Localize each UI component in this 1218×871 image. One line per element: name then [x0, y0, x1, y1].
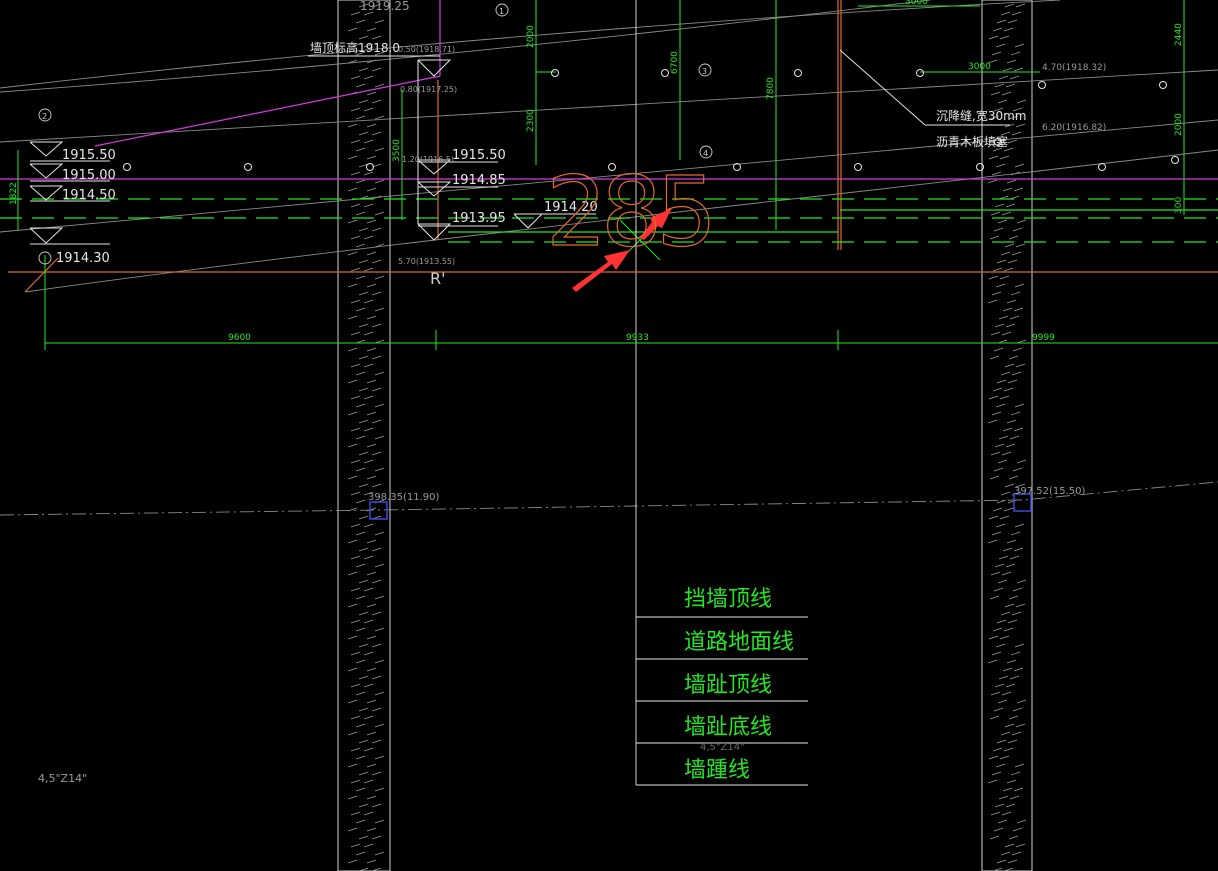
circle-index-3: 3 [702, 67, 707, 76]
dim-h-9600: 9600 [228, 333, 251, 343]
dim-v-1822: 1822 [9, 182, 19, 205]
dim-v-2000-a: 2000 [526, 25, 536, 48]
legend-road-ground-line: 道路地面线 [684, 630, 794, 655]
elev-left-2: 1915.00 [62, 168, 116, 183]
dim-v-2000-b: 2000 [1174, 113, 1184, 136]
legend-toe-top-line: 墙趾顶线 [684, 673, 772, 698]
dim-v-2440: 2440 [1174, 23, 1184, 46]
small-label-e: 4.70(1918.32) [1042, 63, 1106, 73]
legend-toe-bottom-line: 墙趾底线 [684, 715, 772, 740]
legend-wall-top-line: 挡墙顶线 [684, 587, 772, 612]
circle-index-2: 2 [42, 112, 47, 121]
terrain-lines [0, 0, 1218, 871]
dim-v-3500: 3500 [392, 139, 402, 162]
cad-drawing-canvas[interactable]: 1919.25 墙顶标高1918.0 0.50(1918.71) 0.80(19… [0, 0, 1218, 871]
circle-index-1: 1 [499, 7, 504, 16]
magenta-lines [0, 0, 1218, 180]
small-label-f: 6.20(1916.82) [1042, 123, 1106, 133]
dim-v-2300: 2300 [526, 109, 536, 132]
legend-heel-line: 墙踵线 [684, 758, 750, 783]
elev-left-1: 1915.50 [62, 148, 116, 163]
small-label-a: 0.50(1918.71) [398, 45, 455, 54]
elev-mid-2: 1914.85 [452, 173, 506, 188]
elev-left-4: 1914.30 [56, 251, 110, 266]
bottom-left-note: 4,5"Z14" [38, 772, 87, 785]
crest-elevation-label: 墙顶标高1918.0 [310, 40, 400, 55]
small-label-b: 0.80(1917.25) [400, 85, 457, 94]
r-mark: R' [430, 269, 446, 288]
big-number-285: 285 [546, 156, 711, 268]
top-elevation-label: 1919.25 [360, 0, 410, 13]
dim-h-3000-b: 3000 [968, 62, 991, 72]
blue-markers [369, 493, 1032, 520]
elevation-markers [29, 49, 1010, 245]
marker-right-label: 397.52(15.50) [1014, 486, 1086, 497]
elev-left-3: 1914.50 [62, 188, 116, 203]
dim-h-9999: 9999 [1032, 333, 1055, 343]
settle-joint-note: 沉降缝,宽30mm [936, 108, 1026, 123]
elev-mid-3: 1913.95 [452, 211, 506, 226]
hatched-wall-columns [337, 0, 1033, 871]
marker-left-label: 398.35(11.90) [368, 492, 440, 503]
dim-h-3000-a: 3000 [905, 0, 928, 7]
asphalt-board-note: 沥青木板填塞 [936, 134, 1008, 149]
dim-v-6700: 6700 [670, 51, 680, 74]
small-label-c: 1.20(1916.5) [402, 155, 454, 164]
mid-note: 4,5"Z14" [700, 742, 745, 753]
elev-mid-1: 1915.50 [452, 148, 506, 163]
dim-h-9933: 9933 [626, 333, 649, 343]
dim-v-300: 300 [1174, 197, 1184, 214]
dim-v-7800: 7800 [766, 77, 776, 100]
small-label-d: 5.70(1913.55) [398, 257, 455, 266]
